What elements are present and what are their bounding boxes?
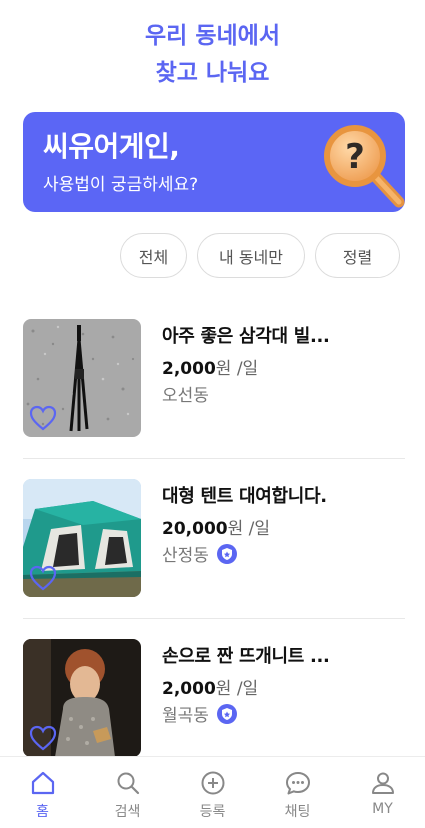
item-location: 월곡동 bbox=[162, 701, 237, 726]
banner-subtitle: 사용법이 궁금하세요? bbox=[43, 175, 199, 195]
tab-my[interactable]: MY bbox=[340, 757, 425, 828]
heart-icon[interactable] bbox=[29, 405, 57, 431]
plus-circle-icon bbox=[201, 771, 224, 795]
heart-icon[interactable] bbox=[29, 725, 57, 751]
item-price-value: 20,000 bbox=[162, 519, 228, 539]
page-title-line1: 우리 동네에서 bbox=[145, 23, 280, 49]
tab-home-label: 홈 bbox=[36, 804, 49, 820]
verified-badge-icon bbox=[216, 543, 237, 564]
item-price-value: 2,000 bbox=[162, 679, 216, 699]
item-title: 아주 좋은 삼각대 빌... bbox=[162, 326, 330, 347]
tab-chat-label: 채팅 bbox=[284, 804, 311, 820]
magnifier-question-icon: ? bbox=[324, 125, 405, 208]
svg-text:?: ? bbox=[345, 137, 365, 177]
help-banner[interactable]: 씨유어게인, 사용법이 궁금하세요? ? bbox=[23, 112, 405, 212]
tab-chat[interactable]: 채팅 bbox=[255, 757, 340, 828]
user-icon bbox=[371, 772, 394, 794]
item-title: 대형 텐트 대여합니다. bbox=[162, 486, 327, 507]
tab-register[interactable]: 등록 bbox=[170, 757, 255, 828]
item-thumbnail bbox=[23, 319, 141, 437]
search-icon bbox=[117, 772, 139, 795]
chat-icon bbox=[285, 772, 310, 795]
heart-icon[interactable] bbox=[29, 565, 57, 591]
item-location-label: 오선동 bbox=[162, 386, 209, 406]
divider bbox=[23, 618, 405, 619]
list-item[interactable]: 대형 텐트 대여합니다. 20,000원 /일 산정동 bbox=[23, 479, 405, 599]
filter-all-chip[interactable]: 전체 bbox=[120, 233, 187, 278]
filter-my-town-chip[interactable]: 내 동네만 bbox=[197, 233, 305, 278]
item-price: 20,000원 /일 bbox=[162, 514, 270, 539]
tab-my-label: MY bbox=[372, 801, 393, 817]
page-title-line2: 찾고 나눠요 bbox=[155, 60, 270, 86]
item-title: 손으로 짠 뜨개니트 ... bbox=[162, 646, 330, 667]
sort-chip[interactable]: 정렬 bbox=[315, 233, 400, 278]
item-price-unit: 원 /일 bbox=[215, 679, 259, 699]
item-thumbnail bbox=[23, 479, 141, 597]
page-title: 우리 동네에서 찾고 나눠요 bbox=[0, 18, 425, 92]
list-item[interactable]: 손으로 짠 뜨개니트 ... 2,000원 /일 월곡동 bbox=[23, 639, 405, 759]
bottom-tab-bar: 홈 검색 등록 채팅 MY bbox=[0, 756, 425, 828]
banner-title: 씨유어게인, bbox=[43, 130, 180, 163]
item-location-label: 산정동 bbox=[162, 546, 209, 566]
tab-search-label: 검색 bbox=[114, 804, 141, 820]
item-thumbnail bbox=[23, 639, 141, 757]
item-price: 2,000원 /일 bbox=[162, 354, 258, 379]
item-price: 2,000원 /일 bbox=[162, 674, 258, 699]
item-location: 산정동 bbox=[162, 541, 237, 566]
home-icon bbox=[31, 771, 54, 795]
tab-register-label: 등록 bbox=[199, 804, 226, 820]
divider bbox=[23, 458, 405, 459]
item-price-value: 2,000 bbox=[162, 359, 216, 379]
item-price-unit: 원 /일 bbox=[227, 519, 271, 539]
filter-bar: 전체 내 동네만 정렬 bbox=[120, 233, 400, 278]
item-location: 오선동 bbox=[162, 381, 209, 406]
verified-badge-icon bbox=[216, 703, 237, 724]
tab-home[interactable]: 홈 bbox=[0, 757, 85, 828]
list-item[interactable]: 아주 좋은 삼각대 빌... 2,000원 /일 오선동 bbox=[23, 319, 405, 439]
tab-search[interactable]: 검색 bbox=[85, 757, 170, 828]
item-price-unit: 원 /일 bbox=[215, 359, 259, 379]
item-location-label: 월곡동 bbox=[162, 706, 209, 726]
